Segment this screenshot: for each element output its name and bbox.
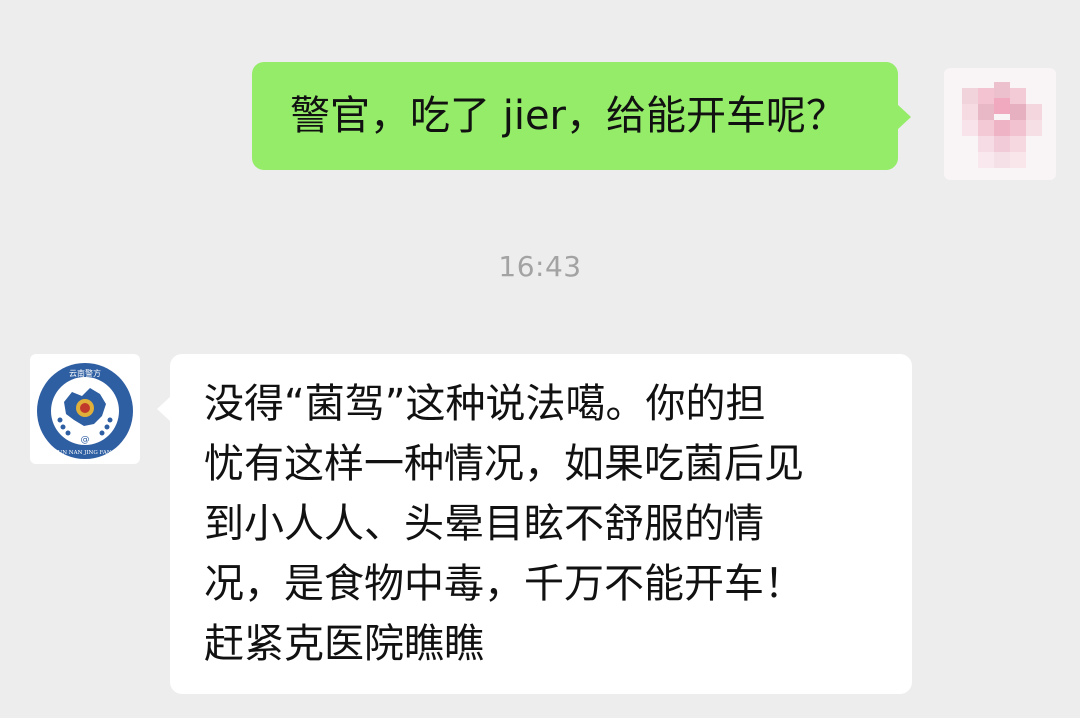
self-avatar-icon[interactable] (944, 68, 1056, 180)
badge-top-text: 云南警方 (69, 368, 101, 378)
police-badge-icon[interactable]: @ 云南警方 YUN NAN JING FANG (30, 354, 140, 464)
outgoing-message-text: 警官，吃了 jier，给能开车呢？ (290, 93, 846, 139)
incoming-message-line: 到小人人、头晕目眩不舒服的情 (204, 501, 764, 547)
incoming-bubble-tail (157, 396, 171, 422)
incoming-message-line: 没得“菌驾”这种说法噶。你的担 (204, 381, 766, 427)
incoming-message-line: 赶紧克医院瞧瞧 (204, 621, 484, 667)
outgoing-message: 警官，吃了 jier，给能开车呢？ (252, 62, 912, 170)
incoming-message-line: 忧有这样一种情况，如果吃菌后见 (204, 441, 804, 487)
svg-text:@: @ (81, 435, 90, 445)
police-badge-graphic: @ 云南警方 YUN NAN JING FANG (37, 363, 133, 459)
message-timestamp: 16:43 (498, 250, 582, 283)
badge-bottom-text: YUN NAN JING FANG (53, 450, 116, 456)
outgoing-bubble[interactable]: 警官，吃了 jier，给能开车呢？ (252, 62, 911, 170)
outgoing-bubble-tail (897, 104, 911, 130)
incoming-message-line: 况，是食物中毒，千万不能开车！ (204, 561, 804, 607)
incoming-bubble[interactable]: 没得“菌驾”这种说法噶。你的担 忧有这样一种情况，如果吃菌后见 到小人人、头晕目… (157, 354, 912, 694)
